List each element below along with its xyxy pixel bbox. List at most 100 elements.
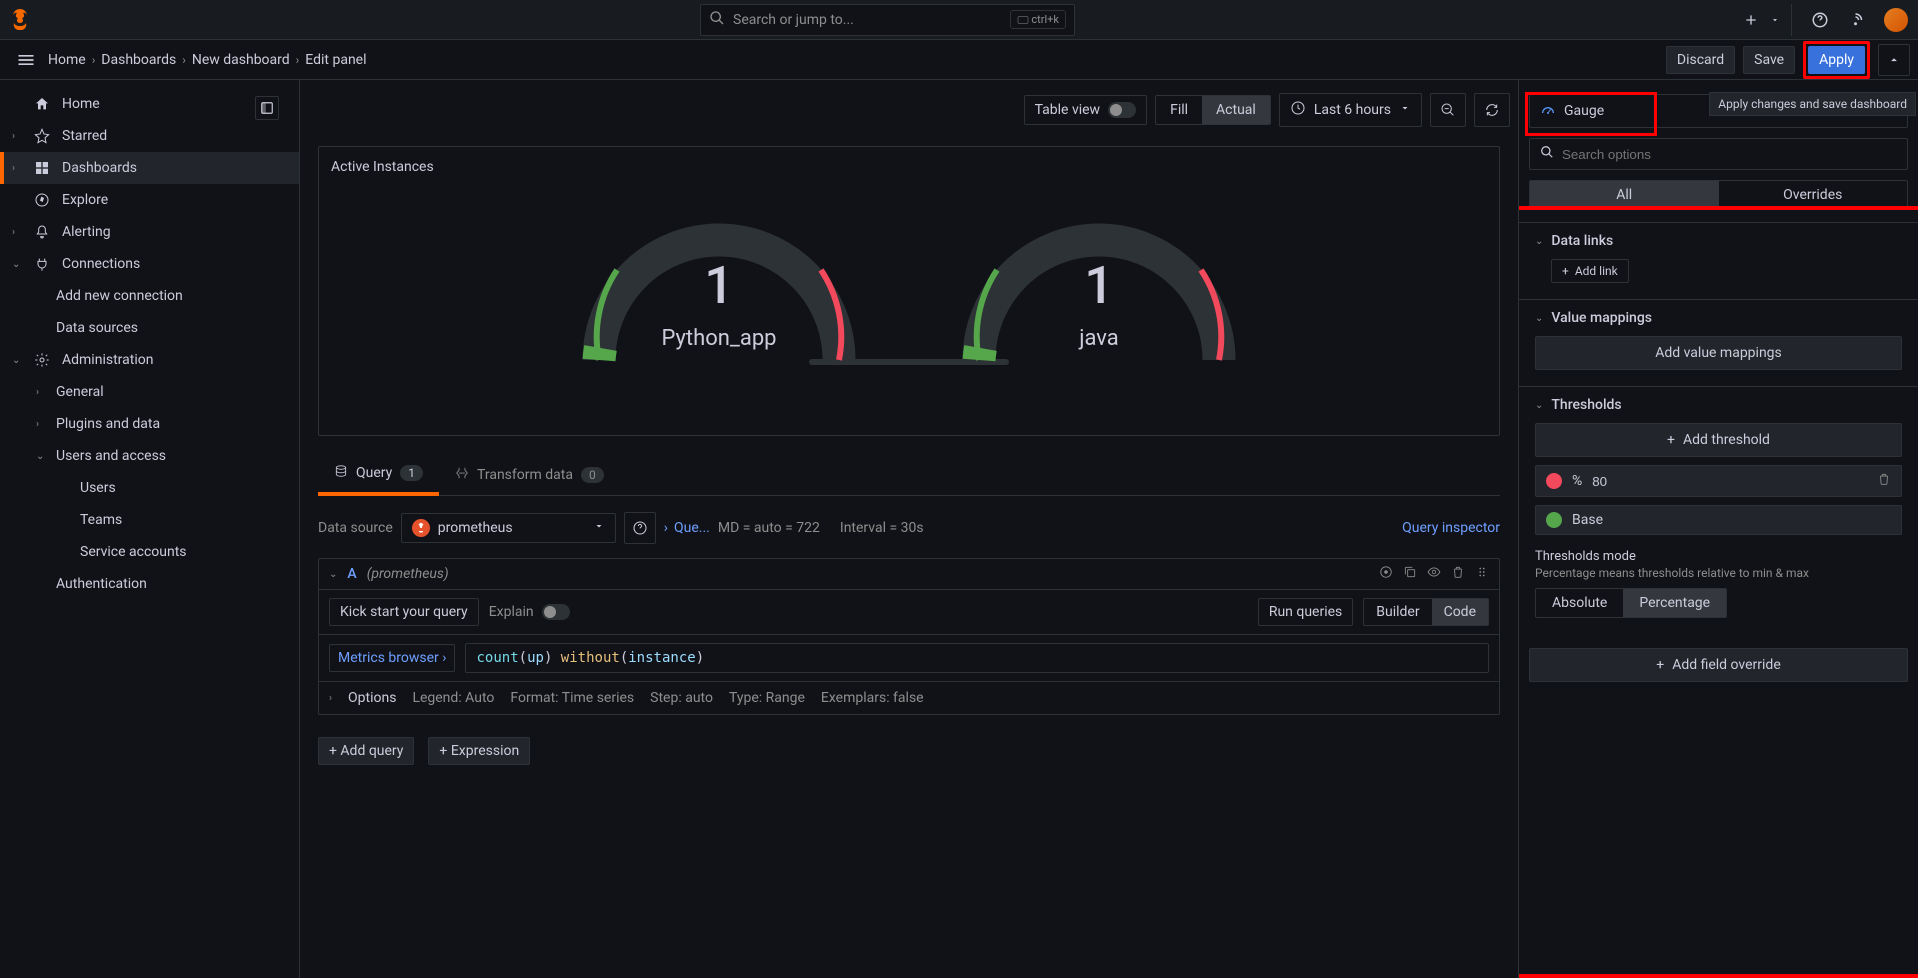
sidebar-item-users[interactable]: Users [56, 472, 299, 504]
options-label[interactable]: Options [348, 690, 396, 706]
thresholds-mode-label: Thresholds mode [1535, 549, 1902, 564]
query-inspector-link[interactable]: Query inspector [1402, 520, 1500, 536]
sidebar-item-connections[interactable]: ⌄Connections [0, 248, 299, 280]
compass-icon [32, 192, 52, 208]
time-range-picker[interactable]: Last 6 hours [1279, 93, 1422, 127]
breadcrumb-dashboards[interactable]: Dashboards [101, 52, 176, 68]
add-threshold-button[interactable]: + Add threshold [1535, 423, 1902, 457]
explain-label: Explain [489, 604, 534, 620]
add-link-button[interactable]: + Add link [1551, 259, 1629, 283]
add-expression-button[interactable]: + Expression [428, 737, 530, 765]
gauge-value: 1 [1084, 255, 1114, 316]
query-count-badge: 1 [400, 465, 423, 481]
apply-button[interactable]: Apply [1808, 46, 1865, 74]
sidebar-item-dashboards[interactable]: ›Dashboards [0, 152, 299, 184]
add-menu-chevron[interactable] [1767, 4, 1783, 36]
kick-start-button[interactable]: Kick start your query [329, 598, 479, 626]
drag-handle-icon[interactable] [1475, 565, 1489, 583]
builder-mode-button[interactable]: Builder [1364, 599, 1431, 625]
save-button[interactable]: Save [1743, 46, 1795, 74]
datasource-picker[interactable]: prometheus [401, 513, 616, 543]
grafana-logo[interactable] [0, 0, 40, 40]
breadcrumb-home[interactable]: Home [48, 52, 86, 68]
run-queries-button[interactable]: Run queries [1258, 598, 1353, 626]
toggle-visibility-icon[interactable] [1427, 565, 1441, 583]
gauge-label: java [1079, 326, 1119, 351]
fill-button[interactable]: Fill [1156, 96, 1202, 124]
query-code-input[interactable]: count(up) without(instance) [465, 643, 1489, 673]
thresholds-section-header[interactable]: ⌄ Thresholds [1535, 397, 1902, 413]
sidebar-item-authentication[interactable]: Authentication [32, 568, 299, 600]
metrics-browser-button[interactable]: Metrics browser › [329, 644, 455, 672]
data-links-section-header[interactable]: ⌄ Data links [1535, 233, 1902, 249]
absolute-button[interactable]: Absolute [1536, 589, 1623, 617]
add-field-override-button[interactable]: + Add field override [1529, 648, 1908, 682]
chevron-right-icon: › [296, 53, 300, 67]
threshold-color-dot[interactable] [1546, 512, 1562, 528]
dock-sidebar-button[interactable] [255, 96, 279, 120]
threshold-value-input[interactable] [1592, 474, 1867, 489]
tab-query[interactable]: Query 1 [318, 454, 439, 496]
format-option: Format: Time series [510, 690, 634, 706]
chevron-right-icon: › [92, 53, 96, 67]
expand-options-icon[interactable]: › [329, 693, 332, 704]
table-view-toggle[interactable]: Table view [1024, 95, 1148, 125]
delete-query-icon[interactable] [1451, 565, 1465, 583]
sidebar-item-general[interactable]: ›General [32, 376, 299, 408]
user-avatar[interactable] [1884, 8, 1908, 32]
collapse-options-button[interactable] [1878, 44, 1910, 76]
threshold-color-dot[interactable] [1546, 473, 1562, 489]
zoom-out-button[interactable] [1430, 93, 1466, 127]
sidebar-item-teams[interactable]: Teams [56, 504, 299, 536]
sidebar-item-alerting[interactable]: ›Alerting [0, 216, 299, 248]
help-button[interactable] [1804, 4, 1836, 36]
clock-icon [1290, 100, 1306, 120]
percentage-button[interactable]: Percentage [1623, 589, 1726, 617]
menu-toggle-button[interactable] [8, 42, 44, 78]
transform-count-badge: 0 [581, 467, 604, 483]
actual-button[interactable]: Actual [1202, 96, 1270, 124]
news-button[interactable] [1844, 4, 1876, 36]
options-pane: Gauge › All Overrides ⌄ Data links [1518, 80, 1918, 978]
add-value-mappings-button[interactable]: Add value mappings [1535, 336, 1902, 370]
query-letter[interactable]: A [347, 566, 356, 582]
sidebar-item-data-sources[interactable]: Data sources [32, 312, 299, 344]
sidebar-item-explore[interactable]: Explore [0, 184, 299, 216]
interval-info: Interval = 30s [840, 520, 924, 536]
kbd-shortcut: ctrl+k [1010, 10, 1066, 29]
sidebar-item-administration[interactable]: ⌄Administration [0, 344, 299, 376]
explain-toggle[interactable] [542, 604, 570, 620]
sidebar-item-starred[interactable]: ›Starred [0, 120, 299, 152]
sidebar-item-plugins[interactable]: ›Plugins and data [32, 408, 299, 440]
add-menu-button[interactable] [1735, 4, 1767, 36]
percent-sign: % [1572, 473, 1582, 489]
add-query-button[interactable]: + Add query [318, 737, 414, 765]
code-mode-button[interactable]: Code [1432, 599, 1488, 625]
dashboards-icon [32, 160, 52, 176]
duplicate-query-icon[interactable] [1403, 565, 1417, 583]
value-mappings-section-header[interactable]: ⌄ Value mappings [1535, 310, 1902, 326]
query-datasource-name: (prometheus) [367, 566, 449, 582]
gauge-label: Python_app [661, 326, 776, 351]
chevron-down-icon [1399, 102, 1411, 118]
all-tab[interactable]: All [1530, 181, 1719, 209]
search-jump[interactable]: Search or jump to... ctrl+k [700, 4, 1075, 36]
sidebar-item-users-access[interactable]: ⌄Users and access [32, 440, 299, 472]
overrides-tab[interactable]: Overrides [1719, 181, 1908, 209]
search-options-input[interactable] [1529, 138, 1908, 170]
sidebar-item-service-accounts[interactable]: Service accounts [56, 536, 299, 568]
tab-transform[interactable]: Transform data 0 [439, 456, 620, 494]
search-icon [709, 10, 725, 30]
breadcrumb-new-dashboard[interactable]: New dashboard [192, 52, 290, 68]
delete-threshold-icon[interactable] [1877, 472, 1891, 490]
gauge-icon [1540, 101, 1556, 121]
datasource-help-button[interactable] [624, 512, 656, 544]
toggle-switch[interactable] [1108, 102, 1136, 118]
fill-actual-toggle: Fill Actual [1155, 95, 1271, 125]
sidebar-item-add-connection[interactable]: Add new connection [32, 280, 299, 312]
query-status-icon[interactable] [1379, 565, 1393, 583]
discard-button[interactable]: Discard [1666, 46, 1735, 74]
refresh-button[interactable] [1474, 93, 1510, 127]
collapse-query-icon[interactable]: ⌄ [329, 569, 337, 580]
query-options-link[interactable]: › Que... [664, 520, 710, 536]
